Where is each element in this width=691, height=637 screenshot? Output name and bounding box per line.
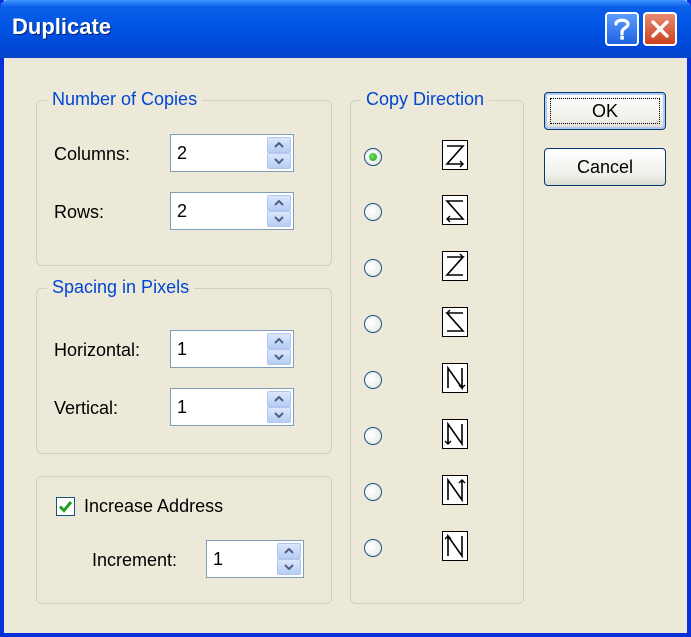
increment-value[interactable]: 1 bbox=[213, 549, 223, 570]
n-down-left-icon bbox=[442, 419, 468, 449]
increase-address-label[interactable]: Increase Address bbox=[84, 496, 223, 517]
vertical-stepper[interactable]: 1 bbox=[170, 388, 294, 426]
horizontal-increment-button[interactable] bbox=[267, 333, 291, 349]
ok-button[interactable]: OK bbox=[544, 92, 666, 130]
checkmark-icon bbox=[58, 501, 73, 513]
horizontal-spin-buttons bbox=[267, 333, 291, 365]
rows-stepper[interactable]: 2 bbox=[170, 192, 294, 230]
z-left-down-icon bbox=[442, 307, 468, 337]
n-down-right-icon bbox=[442, 363, 468, 393]
increase-address-checkbox[interactable] bbox=[56, 497, 75, 516]
help-button[interactable] bbox=[605, 12, 639, 46]
horizontal-stepper[interactable]: 1 bbox=[170, 330, 294, 368]
chevron-up-icon bbox=[274, 142, 284, 148]
vertical-decrement-button[interactable] bbox=[267, 407, 291, 423]
chevron-down-icon bbox=[284, 564, 294, 570]
chevron-up-icon bbox=[274, 338, 284, 344]
chevron-up-icon bbox=[274, 396, 284, 402]
direction-radio-1[interactable] bbox=[364, 148, 382, 166]
increment-increment-button[interactable] bbox=[277, 543, 301, 559]
rows-spin-buttons bbox=[267, 195, 291, 227]
direction-radio-2[interactable] bbox=[364, 203, 382, 221]
increment-stepper[interactable]: 1 bbox=[206, 540, 304, 578]
number-of-copies-group: Number of Copies bbox=[36, 89, 332, 266]
chevron-up-icon bbox=[274, 200, 284, 206]
chevron-down-icon bbox=[274, 354, 284, 360]
chevron-down-icon bbox=[274, 412, 284, 418]
vertical-value[interactable]: 1 bbox=[177, 397, 187, 418]
direction-radio-5[interactable] bbox=[364, 371, 382, 389]
rows-decrement-button[interactable] bbox=[267, 211, 291, 227]
n-up-left-icon bbox=[442, 531, 468, 561]
horizontal-label: Horizontal: bbox=[54, 340, 141, 360]
horizontal-decrement-button[interactable] bbox=[267, 349, 291, 365]
vertical-increment-button[interactable] bbox=[267, 391, 291, 407]
close-x-icon bbox=[650, 19, 670, 39]
horizontal-value[interactable]: 1 bbox=[177, 339, 187, 360]
question-mark-icon bbox=[613, 17, 631, 41]
focus-rectangle bbox=[550, 98, 660, 124]
columns-value[interactable]: 2 bbox=[177, 143, 187, 164]
s-left-down-icon bbox=[442, 195, 468, 225]
cancel-button[interactable]: Cancel bbox=[544, 148, 666, 186]
number-of-copies-legend: Number of Copies bbox=[47, 89, 203, 110]
copy-direction-group: Copy Direction bbox=[350, 89, 524, 604]
increment-spin-buttons bbox=[277, 543, 301, 575]
direction-radio-7[interactable] bbox=[364, 483, 382, 501]
columns-decrement-button[interactable] bbox=[267, 153, 291, 169]
spacing-legend: Spacing in Pixels bbox=[47, 277, 195, 298]
vertical-spin-buttons bbox=[267, 391, 291, 423]
chevron-down-icon bbox=[274, 158, 284, 164]
close-button[interactable] bbox=[643, 12, 677, 46]
chevron-up-icon bbox=[284, 548, 294, 554]
dialog-title: Duplicate bbox=[12, 14, 112, 39]
rows-increment-button[interactable] bbox=[267, 195, 291, 211]
chevron-down-icon bbox=[274, 216, 284, 222]
direction-radio-6[interactable] bbox=[364, 427, 382, 445]
title-bar[interactable]: Duplicate bbox=[0, 0, 691, 58]
rows-value[interactable]: 2 bbox=[177, 201, 187, 222]
s-right-down-icon bbox=[442, 251, 468, 281]
cancel-button-label: Cancel bbox=[576, 156, 634, 177]
duplicate-dialog: Duplicate Number of Copies Columns: 2 Ro… bbox=[0, 0, 691, 637]
direction-radio-4[interactable] bbox=[364, 315, 382, 333]
n-up-right-icon bbox=[442, 475, 468, 505]
direction-radio-8[interactable] bbox=[364, 539, 382, 557]
direction-radio-3[interactable] bbox=[364, 259, 382, 277]
columns-spin-buttons bbox=[267, 137, 291, 169]
vertical-label: Vertical: bbox=[54, 398, 119, 418]
rows-label: Rows: bbox=[54, 202, 105, 222]
z-right-down-icon bbox=[442, 140, 468, 170]
columns-label: Columns: bbox=[54, 144, 131, 164]
columns-increment-button[interactable] bbox=[267, 137, 291, 153]
spacing-group: Spacing in Pixels bbox=[36, 277, 332, 454]
increment-label: Increment: bbox=[92, 550, 178, 570]
increment-decrement-button[interactable] bbox=[277, 559, 301, 575]
copy-direction-legend: Copy Direction bbox=[361, 89, 490, 110]
columns-stepper[interactable]: 2 bbox=[170, 134, 294, 172]
